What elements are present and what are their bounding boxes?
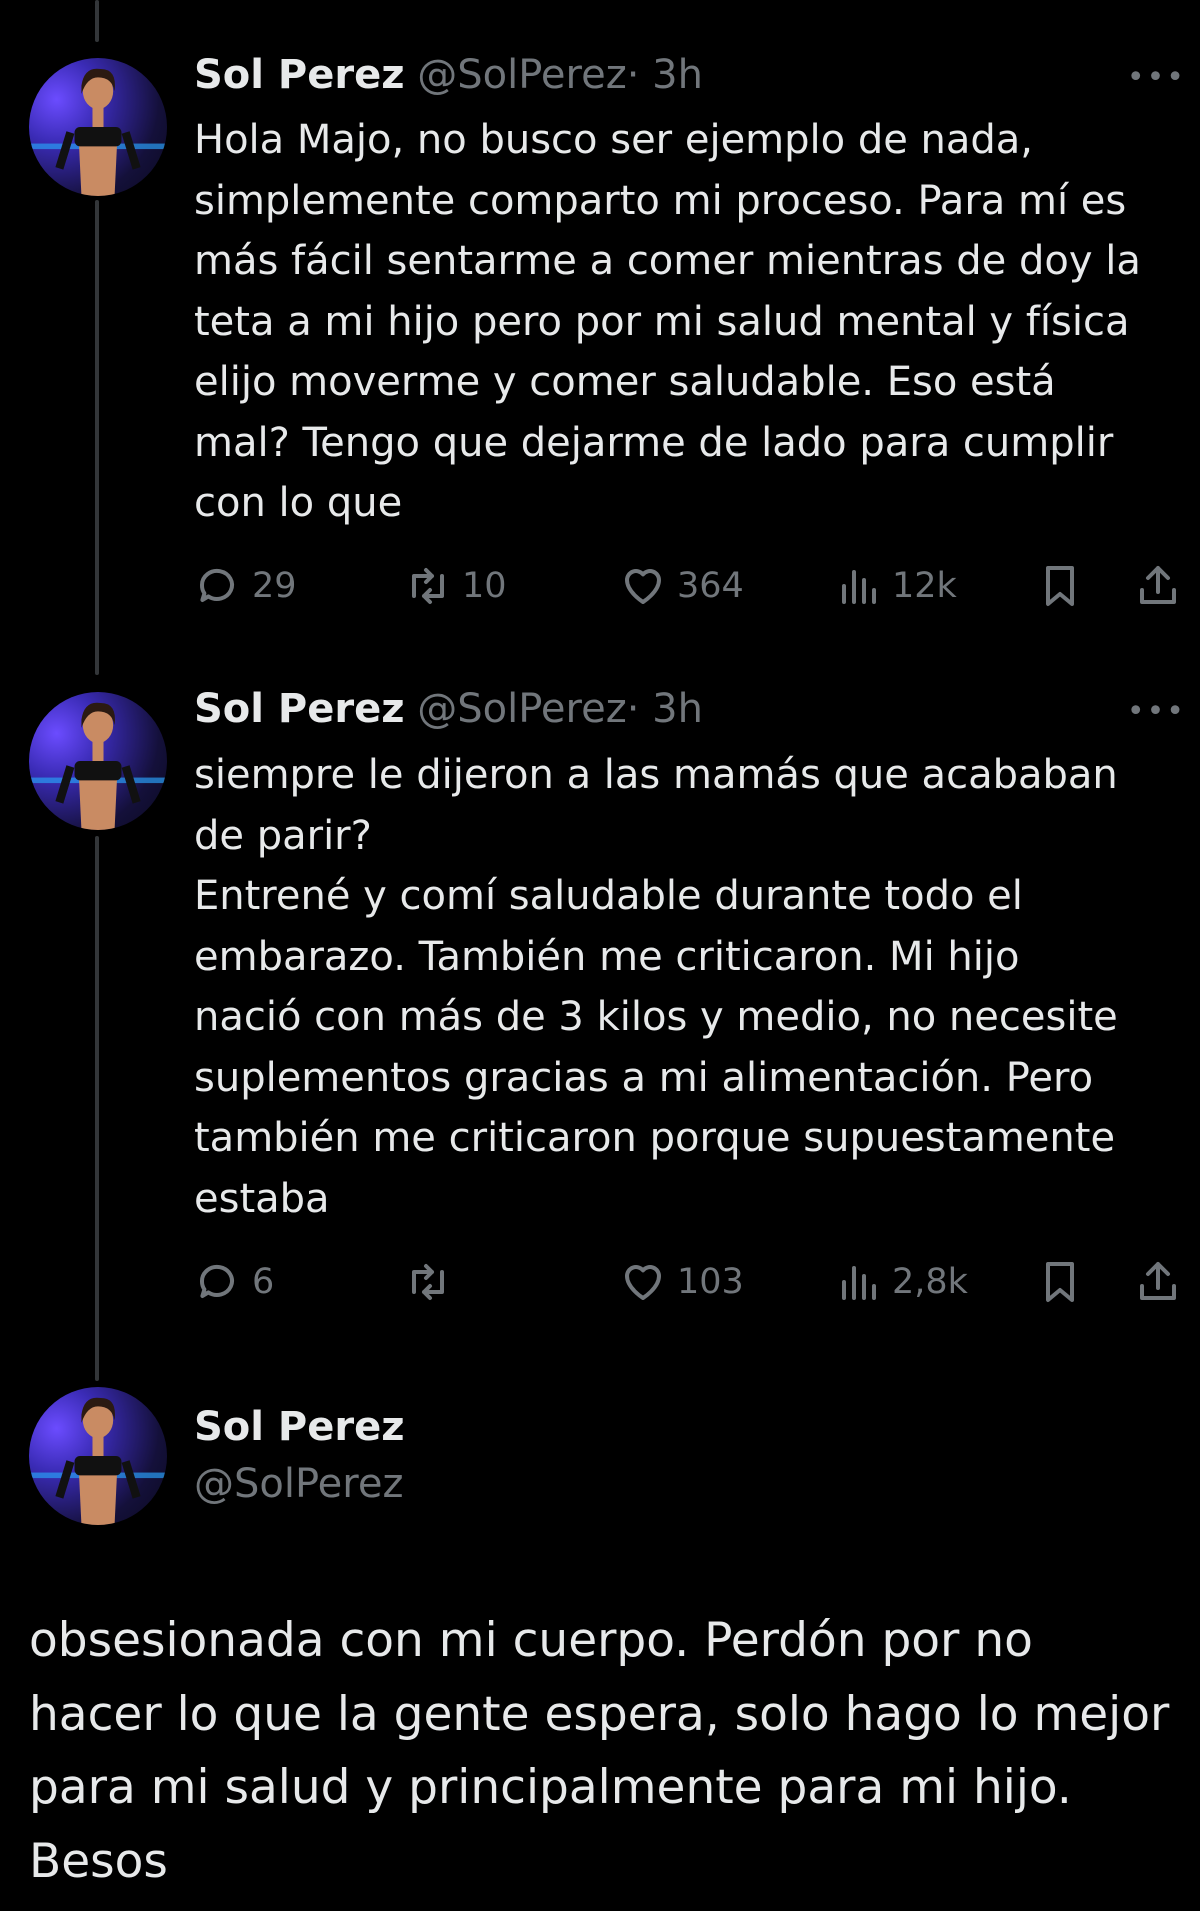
views-count: 12k [892, 566, 957, 606]
avatar[interactable] [29, 692, 167, 830]
more-icon[interactable]: ••• [1127, 694, 1186, 729]
display-name[interactable]: Sol Perez [194, 52, 405, 98]
share-button[interactable] [1134, 562, 1182, 610]
username[interactable]: @SolPerez [194, 1461, 403, 1507]
thread-line-top [95, 0, 99, 42]
avatar-image [29, 1397, 167, 1525]
like-button[interactable]: 364 [619, 562, 744, 610]
share-icon [1140, 566, 1176, 604]
timestamp[interactable]: · 3h [627, 686, 703, 732]
like-count: 364 [677, 566, 744, 606]
retweet-button[interactable]: 10 [404, 562, 507, 610]
retweet-count: 10 [462, 566, 507, 606]
like-icon [625, 1265, 661, 1300]
like-count: 103 [677, 1262, 744, 1302]
reply-icon [199, 568, 234, 602]
retweet-icon [412, 1264, 444, 1300]
retweet-icon [412, 568, 444, 604]
display-name[interactable]: Sol Perez [194, 686, 405, 732]
views-icon [842, 570, 876, 604]
tweet-text: siempre le dijeron a las mamás que acaba… [194, 752, 1118, 1222]
like-icon [625, 569, 661, 604]
reply-count: 29 [252, 566, 297, 606]
thread-line-2 [95, 836, 99, 1381]
like-button[interactable]: 103 [619, 1258, 744, 1306]
tweet-actions: 29 10 364 12k [194, 562, 1189, 612]
bookmark-button[interactable] [1036, 562, 1084, 610]
views-button[interactable]: 2,8k [834, 1258, 968, 1306]
thread-line-1 [95, 200, 99, 675]
reply-button[interactable]: 29 [194, 562, 297, 610]
bookmark-button[interactable] [1036, 1258, 1084, 1306]
views-button[interactable]: 12k [834, 562, 957, 610]
reply-count: 6 [252, 1262, 275, 1302]
reply-icon [199, 1264, 234, 1298]
retweet-button[interactable] [404, 1258, 462, 1306]
bookmark-icon [1046, 1262, 1074, 1302]
bookmark-icon [1046, 566, 1074, 606]
username[interactable]: @SolPerez [417, 686, 626, 732]
avatar[interactable] [29, 1387, 167, 1525]
more-icon[interactable]: ••• [1127, 60, 1186, 95]
views-count: 2,8k [892, 1262, 968, 1302]
tweet-header: Sol Perez @SolPerez· 3h [194, 52, 703, 98]
avatar-image [29, 702, 167, 830]
avatar-image [29, 68, 167, 196]
tweet-actions: 6 103 2,8k [194, 1258, 1189, 1308]
views-icon [842, 1266, 876, 1300]
tweet-text: Hola Majo, no busco ser ejemplo de nada,… [194, 117, 1141, 526]
share-button[interactable] [1134, 1258, 1182, 1306]
tweet-header: Sol Perez @SolPerez· 3h [194, 686, 703, 732]
avatar[interactable] [29, 58, 167, 196]
username[interactable]: @SolPerez [417, 52, 626, 98]
main-tweet-text: obsesionada con mi cuerpo. Perdón por no… [29, 1613, 1170, 1889]
timestamp[interactable]: · 3h [627, 52, 703, 98]
reply-button[interactable]: 6 [194, 1258, 274, 1306]
display-name[interactable]: Sol Perez [194, 1404, 405, 1450]
share-icon [1140, 1262, 1176, 1300]
